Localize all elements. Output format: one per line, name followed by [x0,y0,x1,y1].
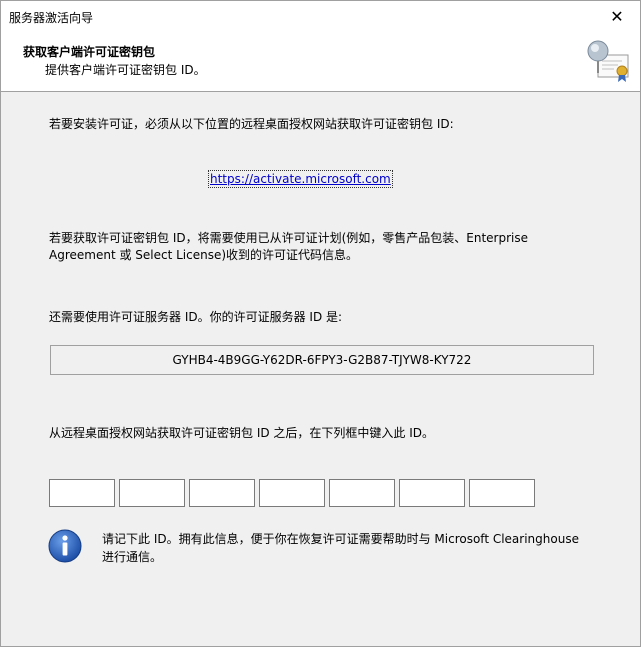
page-subtitle: 提供客户端许可证密钥包 ID。 [45,63,206,77]
info-note-line-1: 请记下此 ID。拥有此信息，便于你在恢复许可证需要帮助时与 Microsoft … [102,532,579,546]
key-pack-id-field-7[interactable] [469,479,535,507]
info-note: 请记下此 ID。拥有此信息，便于你在恢复许可证需要帮助时与 Microsoft … [102,530,602,566]
key-pack-id-field-2[interactable] [119,479,185,507]
key-pack-id-field-5[interactable] [329,479,395,507]
server-id-label: 还需要使用许可证服务器 ID。你的许可证服务器 ID 是: [49,310,343,324]
key-pack-id-field-6[interactable] [399,479,465,507]
key-pack-id-field-1[interactable] [49,479,115,507]
activation-link[interactable]: https://activate.microsoft.com [208,170,393,188]
license-info-text: 若要获取许可证密钥包 ID，将需要使用已从许可证计划(例如，零售产品包装、Ent… [49,230,528,264]
page-title: 获取客户端许可证密钥包 [23,45,156,59]
server-id-field: GYHB4-4B9GG-Y62DR-6FPY3-G2B87-TJYW8-KY72… [50,345,594,375]
key-pack-id-field-4[interactable] [259,479,325,507]
enter-id-label: 从远程桌面授权网站获取许可证密钥包 ID 之后，在下列框中键入此 ID。 [49,426,435,440]
certificate-icon [587,40,629,82]
info-note-line-2: 进行通信。 [102,550,163,564]
license-info-line-1: 若要获取许可证密钥包 ID，将需要使用已从许可证计划(例如，零售产品包装、Ent… [49,231,529,245]
intro-text: 若要安装许可证，必须从以下位置的远程桌面授权网站获取许可证密钥包 ID: [49,117,454,131]
title-bar: 服务器激活向导 ✕ [1,1,640,31]
wizard-header: 获取客户端许可证密钥包 提供客户端许可证密钥包 ID。 [1,31,640,92]
key-pack-id-field-3[interactable] [189,479,255,507]
window-title: 服务器激活向导 [9,11,94,25]
close-button[interactable]: ✕ [594,1,640,31]
license-info-line-2: Agreement 或 Select License)收到的许可证代码信息。 [49,248,359,262]
info-icon [48,529,82,563]
close-icon: ✕ [610,6,624,26]
activation-wizard-window: 服务器激活向导 ✕ 获取客户端许可证密钥包 提供客户端许可证密钥包 ID。 若要… [0,0,641,647]
